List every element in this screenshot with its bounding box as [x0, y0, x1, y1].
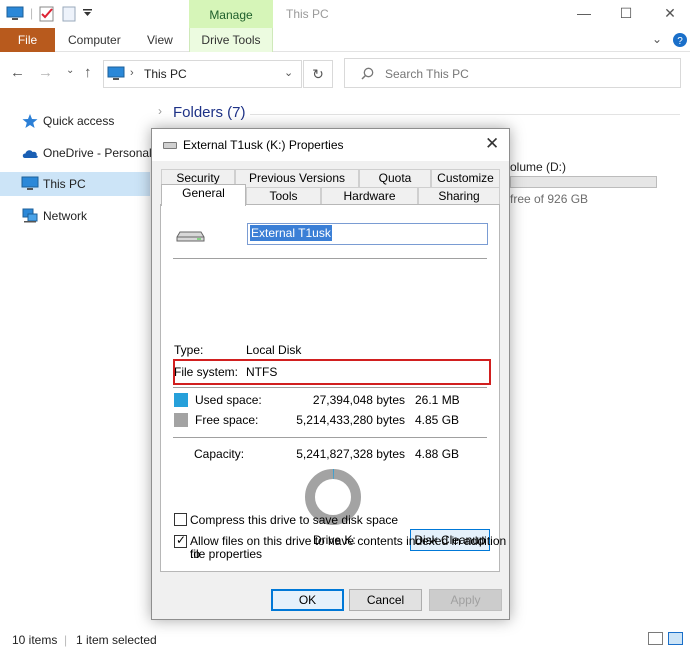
- computer-icon: [21, 176, 39, 190]
- cancel-button[interactable]: Cancel: [349, 589, 422, 611]
- new-folder-icon[interactable]: [62, 6, 76, 22]
- sidebar-item-label: Quick access: [43, 114, 115, 128]
- tab-general[interactable]: General: [161, 184, 246, 206]
- svg-text:?: ?: [677, 36, 683, 47]
- search-placeholder: Search This PC: [385, 67, 469, 81]
- dialog-title-bar: External T1usk (K:) Properties ✕: [152, 129, 509, 161]
- tab-hardware[interactable]: Hardware: [321, 187, 418, 205]
- file-system-value: NTFS: [246, 365, 278, 379]
- checkmark-icon: ✓: [176, 533, 187, 547]
- drive-icon: [163, 142, 177, 149]
- folders-group-heading[interactable]: Folders (7): [173, 104, 246, 121]
- tab-drive-tools[interactable]: Drive Tools: [189, 28, 273, 52]
- capacity-size: 4.88 GB: [415, 447, 460, 461]
- computer-icon: [107, 66, 125, 80]
- tab-tools[interactable]: Tools: [246, 187, 321, 205]
- network-icon: [22, 208, 38, 223]
- manage-tab[interactable]: Manage: [189, 0, 273, 30]
- address-field[interactable]: › This PC ⌄: [103, 60, 302, 88]
- group-separator-line: [250, 114, 680, 115]
- customize-toolbar-dropdown-icon[interactable]: [83, 9, 92, 17]
- ribbon-tabs: File Computer View Drive Tools ⌄ ?: [0, 28, 690, 52]
- title-bar: | Manage This PC — ☐ ✕: [0, 0, 690, 30]
- expand-ribbon-icon[interactable]: ⌄: [652, 32, 662, 46]
- free-space-size: 4.85 GB: [415, 413, 460, 427]
- separator: [173, 258, 487, 259]
- used-space-label: Used space:: [195, 393, 262, 407]
- sidebar-item-label: This PC: [43, 177, 86, 191]
- maximize-icon[interactable]: ☐: [616, 4, 636, 22]
- used-space-bytes: 27,394,048 bytes: [312, 393, 405, 407]
- status-separator: |: [64, 633, 68, 647]
- status-selection: 1 item selected: [76, 633, 157, 647]
- navigation-pane: Quick access OneDrive - Personal This PC…: [0, 100, 152, 620]
- used-space-swatch: [174, 393, 188, 407]
- sidebar-item-network[interactable]: Network: [0, 204, 150, 228]
- tab-sharing[interactable]: Sharing: [418, 187, 500, 205]
- search-icon: [361, 67, 374, 80]
- refresh-button[interactable]: ↻: [303, 60, 333, 88]
- tab-quota[interactable]: Quota: [359, 169, 431, 187]
- large-icons-view-icon[interactable]: [668, 632, 683, 645]
- free-space-bytes: 5,214,433,280 bytes: [296, 413, 405, 427]
- tab-customize[interactable]: Customize: [431, 169, 500, 187]
- sidebar-item-label: Network: [43, 209, 88, 223]
- help-icon[interactable]: ?: [672, 32, 688, 48]
- drive-name-input[interactable]: External T1usk: [247, 223, 488, 245]
- allow-indexing-checkbox[interactable]: ✓: [174, 533, 187, 548]
- breadcrumb[interactable]: This PC: [144, 67, 187, 81]
- allow-indexing-label-line2[interactable]: file properties: [190, 548, 262, 561]
- separator: [173, 387, 487, 388]
- tab-previous-versions[interactable]: Previous Versions: [235, 169, 359, 187]
- capacity-label: Capacity:: [194, 447, 245, 461]
- search-input[interactable]: Search This PC: [344, 58, 681, 88]
- cloud-icon: [22, 150, 38, 158]
- type-value: Local Disk: [246, 343, 302, 357]
- capacity-bytes: 5,241,827,328 bytes: [296, 447, 405, 461]
- sidebar-item-label: OneDrive - Personal: [43, 146, 152, 160]
- address-bar-row: ← → ⌄ ↑ › This PC ⌄ ↻ Search This PC: [0, 52, 690, 94]
- tab-computer[interactable]: Computer: [68, 28, 121, 52]
- status-bar: 10 items | 1 item selected: [0, 626, 690, 652]
- volume-d-free-text: free of 926 GB: [510, 192, 589, 206]
- compress-drive-label[interactable]: Compress this drive to save disk space: [190, 514, 398, 527]
- drive-icon: [176, 231, 205, 242]
- computer-icon[interactable]: [6, 6, 24, 22]
- drive-name-selected-text: External T1usk: [250, 225, 332, 241]
- sidebar-item-this-pc[interactable]: This PC: [0, 172, 150, 196]
- tab-view[interactable]: View: [147, 28, 173, 52]
- dialog-title: External T1usk (K:) Properties: [183, 138, 344, 152]
- drive-properties-dialog: External T1usk (K:) Properties ✕ Securit…: [151, 128, 510, 620]
- type-label: Type:: [174, 343, 204, 357]
- star-icon: [22, 114, 38, 128]
- back-arrow-icon[interactable]: ←: [10, 64, 25, 81]
- recent-locations-chevron-icon[interactable]: ⌄: [66, 65, 74, 76]
- address-dropdown-icon[interactable]: ⌄: [284, 66, 293, 79]
- used-space-size: 26.1 MB: [415, 393, 460, 407]
- free-space-label: Free space:: [195, 413, 259, 427]
- ok-button[interactable]: OK: [271, 589, 344, 611]
- file-system-label: File system:: [174, 365, 239, 379]
- forward-arrow-icon[interactable]: →: [38, 64, 53, 81]
- tab-file[interactable]: File: [0, 28, 55, 52]
- separator: |: [30, 6, 34, 20]
- free-space-swatch: [174, 413, 188, 427]
- details-view-icon[interactable]: [648, 632, 663, 645]
- sidebar-item-quick-access[interactable]: Quick access: [0, 109, 150, 133]
- minimize-icon[interactable]: —: [574, 4, 594, 22]
- close-icon[interactable]: ✕: [485, 134, 499, 154]
- volume-d-usage-bar: [510, 176, 657, 188]
- chevron-right-icon[interactable]: ›: [158, 104, 162, 118]
- status-item-count: 10 items: [12, 633, 58, 647]
- apply-button[interactable]: Apply: [429, 589, 502, 611]
- up-arrow-icon[interactable]: ↑: [84, 64, 92, 81]
- breadcrumb-chevron-icon[interactable]: ›: [130, 67, 134, 79]
- close-icon[interactable]: ✕: [660, 4, 680, 22]
- compress-drive-checkbox[interactable]: [174, 513, 187, 526]
- window-title: This PC: [286, 7, 329, 21]
- volume-d-label[interactable]: olume (D:): [510, 160, 566, 174]
- separator: [173, 437, 487, 438]
- properties-checklist-icon[interactable]: [39, 6, 55, 22]
- sidebar-item-onedrive[interactable]: OneDrive - Personal: [0, 141, 152, 165]
